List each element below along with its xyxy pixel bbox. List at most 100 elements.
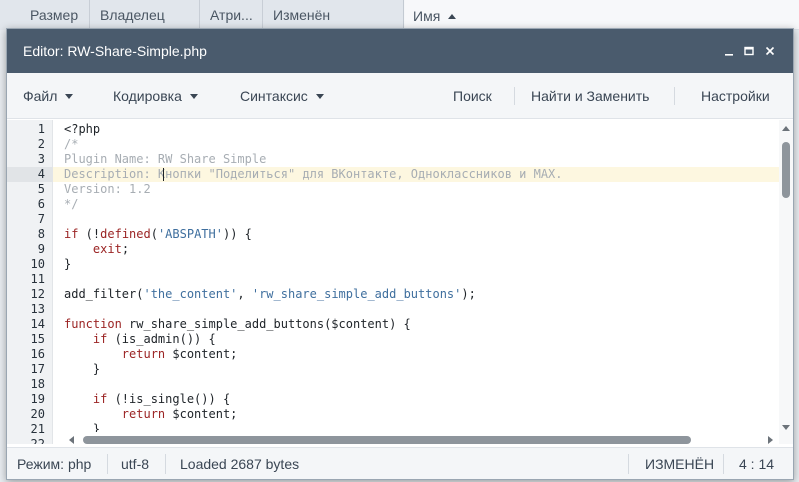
left-pane-header: Размер Владелец Атри... Изменён xyxy=(0,0,404,30)
status-mode: Режим: php xyxy=(17,456,92,472)
horizontal-scroll-thumb[interactable] xyxy=(83,436,691,444)
column-modified[interactable]: Изменён xyxy=(263,0,403,30)
horizontal-scrollbar[interactable] xyxy=(53,432,775,448)
sort-ascending-icon xyxy=(448,14,457,19)
code-line[interactable]: 9 exit; xyxy=(7,242,779,257)
code-line[interactable]: 13 xyxy=(7,302,779,317)
code-token: )) { xyxy=(222,227,252,241)
code-line[interactable]: 3 Plugin Name: RW Share Simple xyxy=(7,152,779,167)
menu-file[interactable]: Файл xyxy=(23,88,74,104)
line-number: 18 xyxy=(30,377,45,391)
code-line[interactable]: 1 <?php xyxy=(7,122,779,137)
line-number: 10 xyxy=(30,257,45,271)
code-editor[interactable]: 1 <?php 2 /* 3 Plugin Name: RW Share Simple 4 D… xyxy=(7,120,793,444)
code-token: */ xyxy=(64,197,79,211)
column-name-sort[interactable]: Имя xyxy=(413,8,457,24)
code-line[interactable]: 2 /* xyxy=(7,137,779,152)
menu-search[interactable]: Поиск xyxy=(453,88,492,104)
code-line[interactable]: 11 xyxy=(7,272,779,287)
code-text: function rw_share_simple_add_buttons($co… xyxy=(64,317,411,332)
line-number: 22 xyxy=(30,437,45,444)
line-number: 5 xyxy=(37,182,45,196)
chevron-down-icon xyxy=(189,94,198,99)
code-line[interactable]: 8 if (!defined('ABSPATH')) { xyxy=(7,227,779,242)
code-token: if xyxy=(92,332,108,346)
code-line[interactable]: 14 function rw_share_simple_add_buttons($… xyxy=(7,317,779,332)
code-token: Version: 1.2 xyxy=(64,182,151,196)
menu-settings[interactable]: Настройки xyxy=(701,88,770,104)
code-text: if (!is_single()) { xyxy=(64,392,230,407)
minimize-button[interactable] xyxy=(721,43,737,59)
minimize-icon xyxy=(725,54,733,56)
code-line[interactable]: 17 } xyxy=(7,362,779,377)
code-line[interactable]: 20 return $content; xyxy=(7,407,779,422)
code-text: if (!defined('ABSPATH')) { xyxy=(64,227,252,242)
column-owner[interactable]: Владелец xyxy=(90,0,200,30)
code-line[interactable]: 19 if (!is_single()) { xyxy=(7,392,779,407)
code-token: Plugin Name: RW Share Simple xyxy=(64,152,267,166)
text-cursor xyxy=(163,168,164,181)
code-line[interactable]: 16 return $content; xyxy=(7,347,779,362)
scroll-right-arrow-icon[interactable] xyxy=(768,436,773,444)
code-line[interactable]: 15 if (is_admin()) { xyxy=(7,332,779,347)
menu-find-replace[interactable]: Найти и Заменить xyxy=(531,88,649,104)
status-divider xyxy=(723,454,724,474)
status-cursor-position: 4 : 14 xyxy=(739,456,775,472)
code-token: if xyxy=(64,227,79,241)
code-text: */ xyxy=(64,197,78,212)
code-line[interactable]: 6 */ xyxy=(7,197,779,212)
close-icon xyxy=(765,46,775,56)
status-loaded: Loaded 2687 bytes xyxy=(180,456,300,472)
code-line[interactable]: 12 add_filter('the_content', 'rw_share_si… xyxy=(7,287,779,302)
code-token: defined xyxy=(100,227,151,241)
code-token: 'ABSPATH' xyxy=(157,227,223,241)
code-token: (!is_single()) { xyxy=(107,392,231,406)
code-token: function xyxy=(64,317,122,331)
right-pane-header: Имя xyxy=(405,0,799,30)
code-token: return xyxy=(121,407,166,421)
maximize-icon xyxy=(744,46,754,56)
menu-divider xyxy=(674,87,675,105)
code-token: $content; xyxy=(165,347,238,361)
code-token: return xyxy=(121,347,166,361)
vertical-scrollbar[interactable] xyxy=(779,120,793,444)
code-line[interactable]: 18 xyxy=(7,377,779,392)
code-token: 'rw_share_simple_add_buttons' xyxy=(251,287,462,301)
status-divider xyxy=(628,454,629,474)
menu-syntax[interactable]: Синтаксис xyxy=(240,88,324,104)
code-token: exit xyxy=(92,242,122,256)
menu-encoding[interactable]: Кодировка xyxy=(113,88,198,104)
menu-file-label: Файл xyxy=(23,88,58,104)
column-size[interactable]: Размер xyxy=(20,0,90,30)
code-token: , xyxy=(237,287,252,301)
code-line[interactable]: 4 Description: Кнопки "Поделиться" для ВК… xyxy=(7,167,779,182)
line-number: 2 xyxy=(37,137,45,151)
line-number: 7 xyxy=(37,212,45,226)
status-divider xyxy=(107,454,108,474)
vertical-scroll-thumb[interactable] xyxy=(782,142,790,198)
scroll-down-arrow-icon[interactable] xyxy=(782,425,790,430)
code-line[interactable]: 10} xyxy=(7,257,779,272)
editor-menubar: Файл Кодировка Синтаксис Поиск Найти и З… xyxy=(7,73,793,119)
code-line[interactable]: 5 Version: 1.2 xyxy=(7,182,779,197)
scroll-left-arrow-icon[interactable] xyxy=(69,436,74,444)
line-number: 21 xyxy=(30,422,45,436)
scroll-up-arrow-icon[interactable] xyxy=(782,126,790,131)
line-number: 11 xyxy=(30,272,45,286)
code-text: Version: 1.2 xyxy=(64,182,151,197)
column-attributes[interactable]: Атри... xyxy=(200,0,263,30)
editor-titlebar[interactable]: Editor: RW-Share-Simple.php xyxy=(7,29,793,73)
code-token: $content; xyxy=(165,407,238,421)
code-text: Description: Кнопки "Поделиться" для ВКо… xyxy=(64,167,563,182)
code-line[interactable]: 7 xyxy=(7,212,779,227)
code-token: rw_share_simple_add_buttons($content) { xyxy=(121,317,411,331)
close-button[interactable] xyxy=(762,43,778,59)
status-divider xyxy=(165,454,166,474)
line-number: 9 xyxy=(37,242,45,256)
line-number: 1 xyxy=(37,122,45,136)
code-text: <?php xyxy=(64,122,100,137)
maximize-button[interactable] xyxy=(741,43,757,59)
